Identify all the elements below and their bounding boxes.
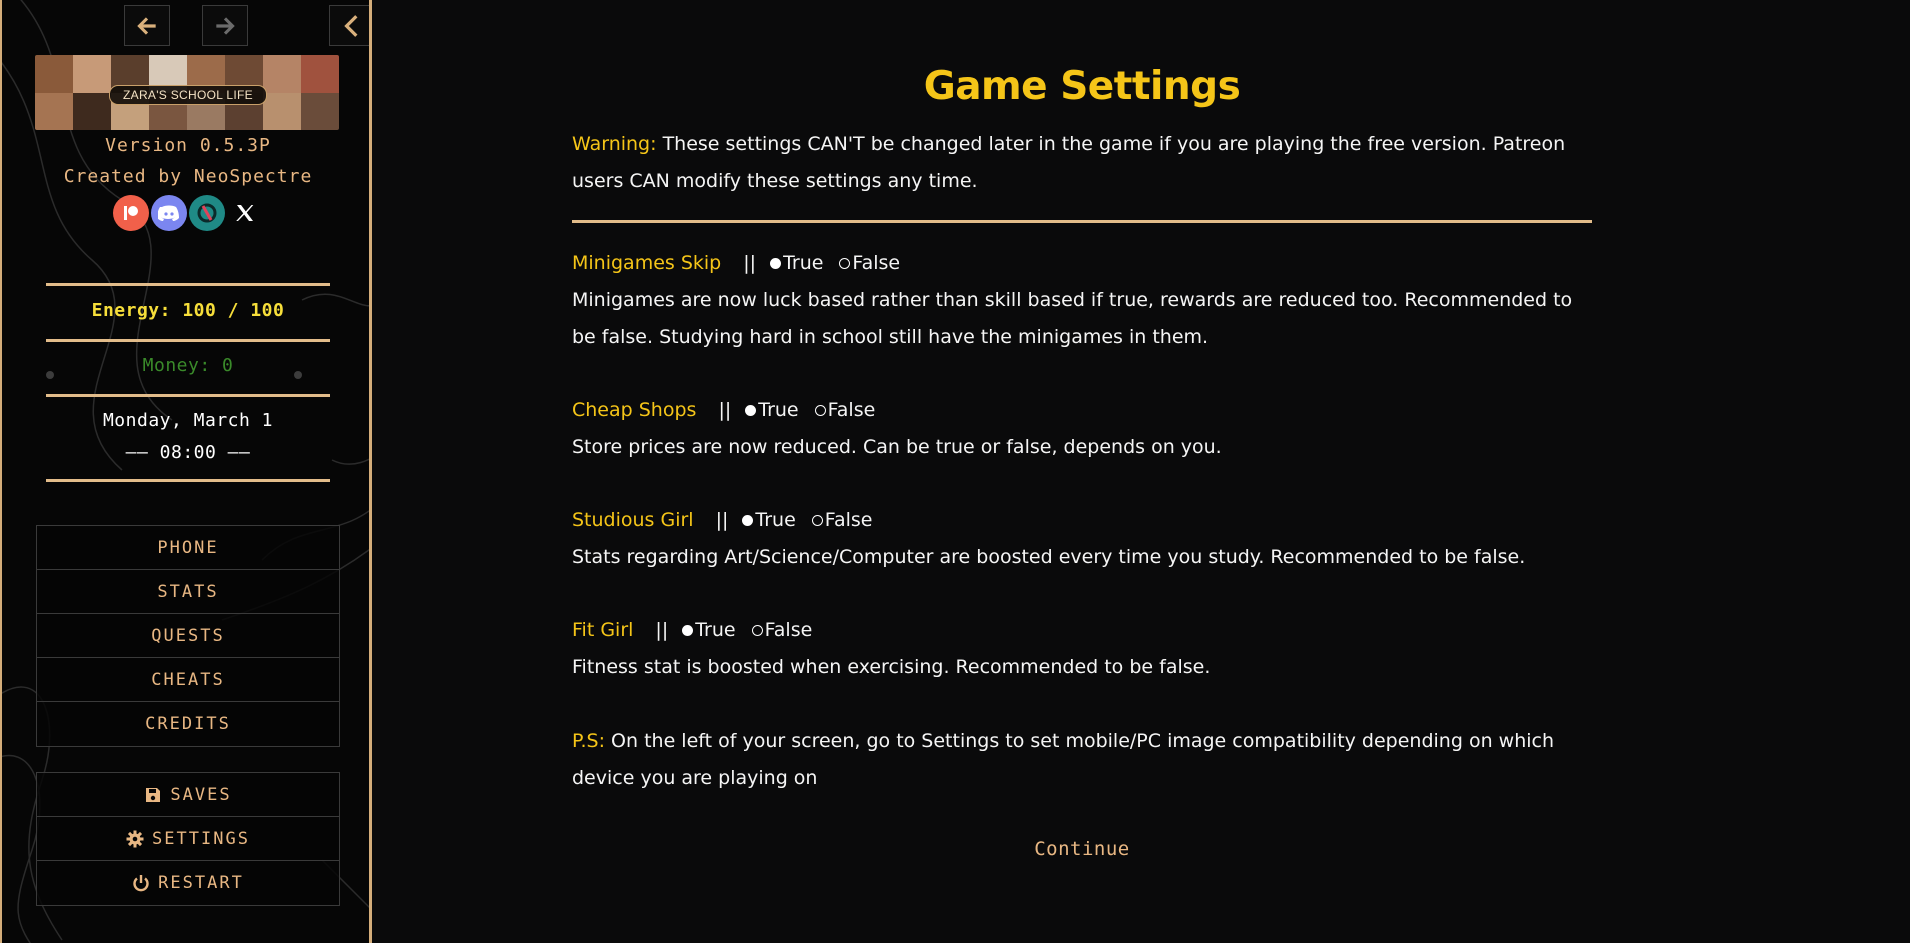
setting-description: Fitness stat is boosted when exercising.… <box>572 656 1211 678</box>
radio-circle-icon <box>742 515 754 526</box>
money-status: Money: 0 <box>142 355 234 376</box>
date-text: Monday, March 1 <box>102 410 274 431</box>
menu-phone[interactable]: PHONE <box>37 526 339 570</box>
floppy-disk-icon <box>146 787 161 802</box>
radio-false-label: False <box>852 252 901 274</box>
arrow-left-icon <box>137 16 156 35</box>
divider-energy <box>46 339 330 342</box>
x-icon[interactable] <box>227 195 263 231</box>
menu-cheats[interactable]: CHEATS <box>37 658 339 702</box>
radio-false-label: False <box>824 509 873 531</box>
menu-saves[interactable]: SAVES <box>37 773 339 817</box>
game-banner: ZARA'S SCHOOL LIFE <box>35 55 339 130</box>
version-text: Version 0.5.3P <box>105 135 271 156</box>
ps-label: P.S: <box>572 730 605 752</box>
ps-text: On the left of your screen, go to Settin… <box>572 730 1555 789</box>
patreon-icon[interactable] <box>113 195 149 231</box>
setting-separator: || <box>715 509 729 531</box>
warning-paragraph: Warning: These settings CAN'T be changed… <box>572 126 1592 200</box>
radio-false-label: False <box>764 619 813 641</box>
social-links <box>113 195 263 231</box>
radio-false[interactable]: False <box>814 392 876 429</box>
radio-false[interactable]: False <box>751 612 813 649</box>
radio-false-label: False <box>827 399 876 421</box>
restart-label: RESTART <box>158 873 244 893</box>
divider-money <box>46 394 330 397</box>
energy-status: Energy: 100 / 100 <box>91 300 285 321</box>
setting-studious-girl: Studious Girl || True False <box>572 502 888 539</box>
creator-text: Created by NeoSpectre <box>63 166 313 187</box>
page-title: Game Settings <box>923 64 1241 109</box>
setting-description: Store prices are now reduced. Can be tru… <box>572 436 1222 458</box>
radio-circle-icon <box>811 515 823 526</box>
radio-circle-icon <box>839 258 851 269</box>
collapse-sidebar-button[interactable] <box>329 5 369 46</box>
setting-cheap-shops: Cheap Shops || True False <box>572 392 891 429</box>
banner-logo-text: ZARA'S SCHOOL LIFE <box>109 85 267 105</box>
setting-fit-girl: Fit Girl || True False <box>572 612 828 649</box>
time-text: —— 08:00 —— <box>125 442 251 463</box>
radio-true[interactable]: True <box>745 392 799 429</box>
radio-circle-icon <box>745 405 757 416</box>
sidebar: ZARA'S SCHOOL LIFE Version 0.5.3P Create… <box>0 0 372 943</box>
radio-true-label: True <box>783 252 824 274</box>
setting-separator: || <box>743 252 757 274</box>
setting-separator: || <box>655 619 669 641</box>
discord-icon[interactable] <box>151 195 187 231</box>
radio-circle-icon <box>751 625 763 636</box>
warning-text: These settings CAN'T be changed later in… <box>572 133 1566 192</box>
back-button[interactable] <box>124 5 170 46</box>
menu-quests[interactable]: QUESTS <box>37 614 339 658</box>
gear-icon <box>126 830 144 847</box>
power-icon <box>133 875 149 892</box>
setting-name: Fit Girl <box>572 619 634 641</box>
menu-restart[interactable]: RESTART <box>37 861 339 905</box>
ps-paragraph: P.S: On the left of your screen, go to S… <box>572 723 1592 797</box>
radio-true[interactable]: True <box>682 612 736 649</box>
radio-true-label: True <box>758 399 799 421</box>
setting-description: Minigames are now luck based rather than… <box>572 289 1573 348</box>
decorative-dot-right <box>294 371 302 379</box>
system-menu: SAVES SETTINGS RESTART <box>36 772 340 906</box>
settings-label: SETTINGS <box>152 828 250 849</box>
saves-label: SAVES <box>170 784 232 805</box>
menu-credits[interactable]: CREDITS <box>37 702 339 746</box>
divider-top <box>46 283 330 286</box>
divider-time <box>46 479 330 482</box>
setting-description: Stats regarding Art/Science/Computer are… <box>572 546 1526 568</box>
setting-minigames-skip: Minigames Skip || True False <box>572 245 916 282</box>
radio-true-label: True <box>755 509 796 531</box>
setting-name: Studious Girl <box>572 509 694 531</box>
arrow-right-icon <box>216 16 235 35</box>
radio-circle-icon <box>682 625 694 636</box>
continue-link[interactable]: Continue <box>572 838 1592 860</box>
setting-name: Cheap Shops <box>572 399 697 421</box>
radio-true[interactable]: True <box>770 245 823 282</box>
setting-separator: || <box>718 399 732 421</box>
radio-true[interactable]: True <box>742 502 796 539</box>
menu-settings[interactable]: SETTINGS <box>37 817 339 861</box>
radio-true-label: True <box>695 619 736 641</box>
menu-stats[interactable]: STATS <box>37 570 339 614</box>
main-menu: PHONE STATS QUESTS CHEATS CREDITS <box>36 525 340 747</box>
section-divider <box>572 220 1592 223</box>
radio-false[interactable]: False <box>839 245 900 282</box>
setting-name: Minigames Skip <box>572 252 722 274</box>
forward-button[interactable] <box>202 5 248 46</box>
warning-label: Warning: <box>572 133 657 155</box>
radio-circle-icon <box>770 258 782 269</box>
radio-circle-icon <box>814 405 826 416</box>
subscribestar-icon[interactable] <box>189 195 225 231</box>
radio-false[interactable]: False <box>811 502 873 539</box>
chevron-left-icon <box>344 14 358 37</box>
